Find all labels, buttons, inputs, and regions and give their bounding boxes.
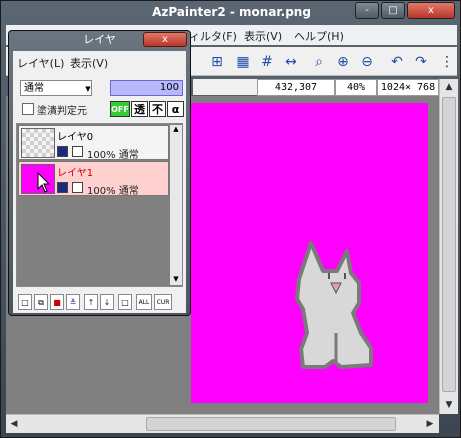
- zoom-in-icon[interactable]: ⊕: [332, 51, 354, 73]
- more-icon[interactable]: ⋮: [436, 51, 458, 73]
- new-layer-icon[interactable]: □: [18, 294, 32, 310]
- fit-width-icon[interactable]: ↔: [280, 51, 302, 73]
- layer-panel-close-button[interactable]: x: [143, 32, 187, 47]
- layer-footer-toolbar: □ ⧉ ■ ≚ ↑ ↓ □ ALL CUR: [16, 294, 183, 312]
- import-layer-icon[interactable]: ■: [50, 294, 64, 310]
- layer-row[interactable]: レイヤ1 100% 通常: [18, 161, 169, 197]
- minimize-button[interactable]: -: [355, 2, 379, 19]
- checker-icon[interactable]: ▦: [232, 51, 254, 73]
- move-down-icon[interactable]: ↓: [100, 294, 114, 310]
- blank-icon[interactable]: □: [118, 294, 132, 310]
- all-button[interactable]: ALL: [136, 294, 152, 310]
- horizontal-scrollbar[interactable]: ◀ ▶: [6, 414, 439, 433]
- status-bar: 432,307 40% 1024× 768: [193, 79, 439, 96]
- redo-icon[interactable]: ↷: [410, 51, 432, 73]
- layer-list: レイヤ0 100% 通常 レイヤ1 100% 通常 ▲ ▼: [16, 123, 183, 287]
- layer-name: レイヤ1: [57, 168, 94, 179]
- cur-button[interactable]: CUR: [154, 294, 172, 310]
- merge-layer-icon[interactable]: ≚: [66, 294, 80, 310]
- horizontal-scroll-thumb[interactable]: [146, 417, 396, 431]
- fill-reference-checkbox[interactable]: [22, 103, 34, 115]
- layer-thumbnail: [21, 164, 55, 194]
- layer-name: レイヤ0: [57, 132, 94, 143]
- scroll-right-arrow[interactable]: ▶: [422, 416, 438, 432]
- opacity-slider[interactable]: 100: [110, 80, 183, 96]
- undo-icon[interactable]: ↶: [386, 51, 408, 73]
- menu-help[interactable]: ヘルプ(H): [294, 28, 344, 44]
- visibility-icon[interactable]: [57, 146, 68, 157]
- vertical-scrollbar[interactable]: ▲ ▼: [439, 79, 458, 414]
- copy-layer-icon[interactable]: ⧉: [34, 294, 48, 310]
- opaque-toggle-button[interactable]: 不: [149, 101, 166, 117]
- menu-filter[interactable]: ィルタ(F): [189, 28, 237, 44]
- zoom-search-icon[interactable]: ⌕: [308, 51, 330, 73]
- zoom-out-icon[interactable]: ⊖: [356, 51, 378, 73]
- scroll-down-arrow[interactable]: ▼: [170, 275, 182, 285]
- layer-thumbnail: [21, 128, 55, 158]
- image-size: 1024× 768: [377, 79, 439, 96]
- lock-icon[interactable]: [72, 182, 83, 193]
- cursor-position: 432,307: [257, 79, 335, 96]
- transparency-toggle-button[interactable]: 透: [131, 101, 148, 117]
- layer-panel-body: レイヤ(L) 表示(V) 通常 ▼ 100 塗潰判定元 OFF 透 不 α レイ…: [13, 51, 186, 313]
- off-toggle-button[interactable]: OFF: [110, 101, 130, 117]
- layer-info: 100% 通常: [87, 186, 139, 197]
- move-icon[interactable]: ⊞: [206, 51, 228, 73]
- scroll-up-arrow[interactable]: ▲: [441, 79, 457, 95]
- chevron-down-icon: ▼: [85, 85, 91, 93]
- scroll-up-arrow[interactable]: ▲: [170, 125, 182, 135]
- menu-view[interactable]: 表示(V): [244, 28, 282, 44]
- layer-view-menu[interactable]: 表示(V): [70, 55, 108, 71]
- close-button[interactable]: x: [407, 2, 455, 19]
- visibility-icon[interactable]: [57, 182, 68, 193]
- layer-menu[interactable]: レイヤ(L): [17, 55, 64, 71]
- lock-icon[interactable]: [72, 146, 83, 157]
- scroll-down-arrow[interactable]: ▼: [441, 397, 457, 413]
- fill-reference-label: 塗潰判定元: [37, 106, 87, 117]
- alpha-toggle-button[interactable]: α: [167, 101, 184, 117]
- vertical-scroll-thumb[interactable]: [442, 97, 456, 392]
- layer-info: 100% 通常: [87, 150, 139, 161]
- layer-panel: レイヤ x レイヤ(L) 表示(V) 通常 ▼ 100 塗潰判定元 OFF 透 …: [8, 30, 191, 316]
- canvas[interactable]: [191, 103, 428, 403]
- zoom-level: 40%: [335, 79, 377, 96]
- cursor-icon: [37, 171, 51, 193]
- blend-mode-value: 通常: [24, 83, 44, 94]
- maximize-button[interactable]: □: [381, 2, 405, 19]
- layer-list-scrollbar[interactable]: ▲ ▼: [170, 125, 182, 285]
- blend-mode-select[interactable]: 通常 ▼: [20, 80, 92, 96]
- grid-icon[interactable]: #: [256, 51, 278, 73]
- monar-cat-drawing: [295, 241, 373, 369]
- layer-row[interactable]: レイヤ0 100% 通常: [18, 125, 169, 161]
- move-up-icon[interactable]: ↑: [84, 294, 98, 310]
- scroll-left-arrow[interactable]: ◀: [6, 416, 22, 432]
